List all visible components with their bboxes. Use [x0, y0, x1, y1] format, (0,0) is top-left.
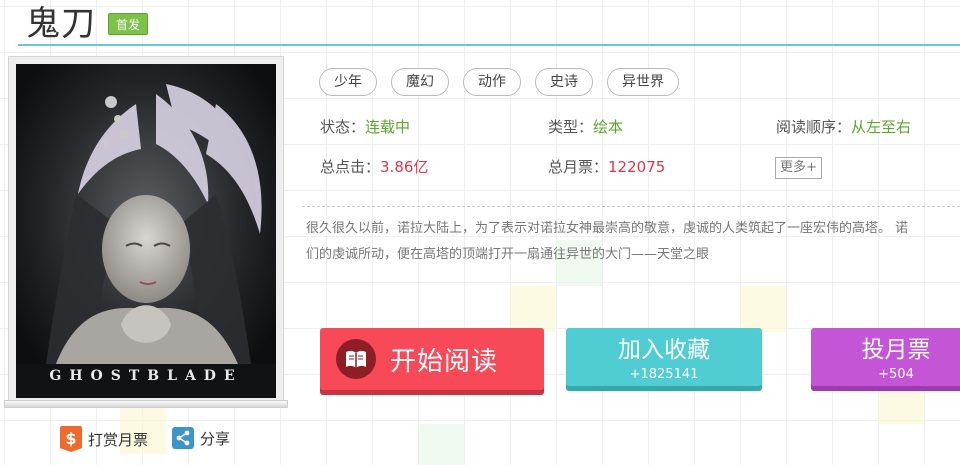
type-value: 绘本	[593, 118, 624, 136]
share-button[interactable]: 分享	[172, 427, 230, 449]
background-tile	[740, 286, 786, 332]
tip-monthly-ticket-button[interactable]: $ 打赏月票	[60, 426, 148, 452]
type-label: 类型：	[548, 118, 594, 136]
tag-item[interactable]: 动作	[463, 68, 521, 96]
comic-title: 鬼刀	[26, 4, 96, 44]
vote-count: +504	[878, 367, 914, 382]
favorites-label: 加入收藏	[618, 337, 710, 363]
start-reading-label: 开始阅读	[390, 346, 499, 377]
tag-item[interactable]: 史诗	[535, 68, 593, 96]
tag-item[interactable]: 少年	[319, 68, 377, 96]
dollar-icon: $	[60, 426, 82, 452]
clicks-value: 3.86亿	[380, 158, 429, 176]
vote-label: 投月票	[861, 337, 931, 363]
order-value: 从左至右	[851, 118, 912, 136]
description: 很久很久以前，诺拉大陆上，为了表示对诺拉女神最崇高的敬意，虔诚的人类筑起了一座宏…	[306, 216, 960, 268]
tag-item[interactable]: 魔幻	[391, 68, 449, 96]
monthly-label: 总月票：	[548, 158, 609, 176]
description-divider	[302, 206, 960, 207]
monthly-value: 122075	[608, 158, 666, 176]
share-icon	[172, 427, 194, 449]
cover-logo-text: GHOSTBLADE	[49, 368, 243, 384]
status-info: 状态：连载中	[320, 116, 410, 137]
order-label: 阅读顺序：	[776, 118, 852, 136]
add-to-favorites-button[interactable]: 加入收藏 +1825141	[566, 328, 762, 386]
cover-artwork	[16, 64, 276, 398]
cover-image[interactable]: GHOSTBLADE	[16, 64, 276, 398]
genre-tags: 少年 魔幻 动作 史诗 异世界	[319, 68, 693, 96]
background-tile	[418, 424, 464, 465]
type-info: 类型：绘本	[548, 116, 623, 137]
start-reading-button[interactable]: 开始阅读	[320, 328, 544, 390]
reading-order-info: 阅读顺序：从左至右	[776, 116, 911, 137]
status-value: 连载中	[365, 118, 411, 136]
title-divider	[18, 44, 960, 46]
description-line: 很久很久以前，诺拉大陆上，为了表示对诺拉女神最崇高的敬意，虔诚的人类筑起了一座宏…	[306, 221, 909, 236]
description-line: 们的虔诚所动，便在高塔的顶端打开一扇通往异世的大门——天堂之眼	[306, 247, 710, 262]
tip-label: 打赏月票	[88, 430, 149, 449]
vote-monthly-ticket-button[interactable]: 投月票 +504	[811, 328, 960, 386]
tag-item[interactable]: 异世界	[607, 68, 679, 96]
total-clicks-info: 总点击：3.86亿	[320, 156, 428, 177]
favorites-count: +1825141	[629, 367, 699, 382]
more-button[interactable]: 更多+	[775, 157, 822, 179]
cover-frame[interactable]: GHOSTBLADE	[8, 56, 284, 406]
clicks-label: 总点击：	[320, 158, 381, 176]
book-icon	[336, 339, 376, 379]
share-label: 分享	[200, 429, 231, 448]
background-tile	[510, 286, 556, 332]
monthly-ticket-info: 总月票：122075	[548, 156, 665, 177]
first-release-badge: 首发	[108, 13, 148, 35]
status-label: 状态：	[320, 118, 366, 136]
cover-stand	[4, 400, 288, 408]
